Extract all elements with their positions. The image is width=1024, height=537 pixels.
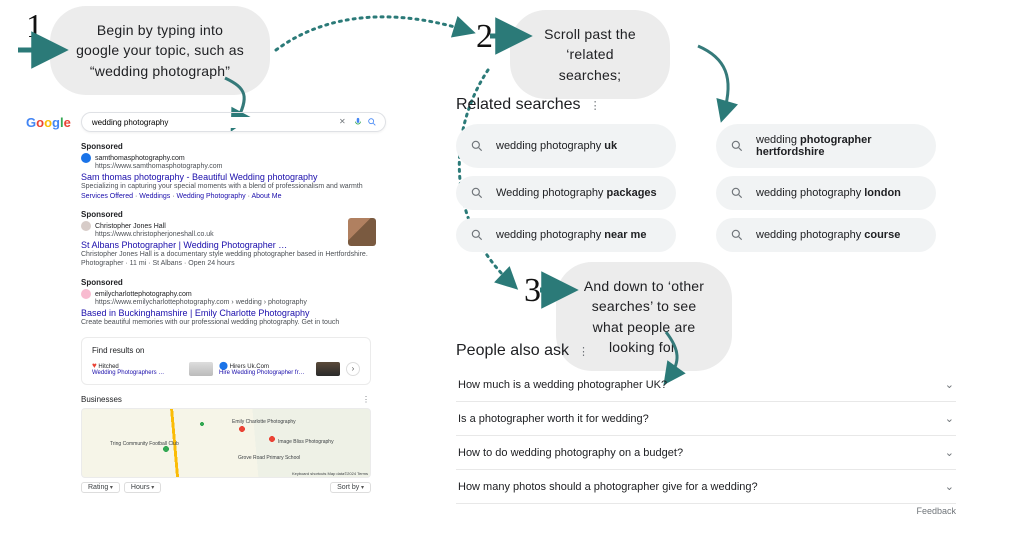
result-title-link[interactable]: Based in Buckinghamshire | Emily Charlot… — [81, 308, 371, 318]
find-thumbnail — [189, 362, 213, 376]
result-title-link[interactable]: St Albans Photographer | Wedding Photogr… — [81, 240, 371, 250]
favicon-icon — [81, 153, 91, 163]
search-icon[interactable] — [367, 117, 377, 127]
kebab-icon[interactable]: ⋮ — [590, 100, 602, 112]
related-search-pill[interactable]: wedding photography london — [716, 176, 936, 210]
businesses-map[interactable]: Emily Charlotte Photography Tring Commun… — [81, 408, 371, 478]
google-serp-column: Google ✕ Sponsored samthomasphotography.… — [26, 112, 386, 493]
search-input[interactable] — [90, 117, 339, 128]
related-search-pill[interactable]: wedding photography near me — [456, 218, 676, 252]
result-host: emilycharlottephotography.com — [95, 291, 192, 298]
find-results-card: Find results on ♥ Hitched Wedding Photog… — [81, 337, 371, 385]
map-attribution: Keyboard shortcuts Map data©2024 Terms — [292, 471, 368, 476]
step-number-3: 3 — [524, 272, 541, 310]
dotted-path-step1-step2 — [276, 17, 465, 50]
result-description: Specializing in capturing your special m… — [81, 182, 371, 191]
paa-question-text: Is a photographer worth it for wedding? — [458, 413, 649, 425]
result-description: Christopher Jones Hall is a documentary … — [81, 250, 371, 259]
related-search-pill[interactable]: wedding photography course — [716, 218, 936, 252]
result-thumbnail — [348, 218, 376, 246]
map-pin-label: Grove Road Primary School — [238, 455, 300, 461]
step-callout-1: Begin by typing into google your topic, … — [50, 6, 270, 95]
result-url: https://www.emilycharlottephotography.co… — [95, 299, 307, 306]
favicon-icon — [81, 289, 91, 299]
clear-icon[interactable]: ✕ — [339, 117, 349, 127]
paa-question[interactable]: Is a photographer worth it for wedding? … — [456, 402, 956, 436]
kebab-icon[interactable]: ⋮ — [362, 395, 371, 404]
filter-hours-chip[interactable]: Hours — [124, 482, 161, 493]
paa-question-text: How many photos should a photographer gi… — [458, 481, 758, 493]
chevron-down-icon: ⌄ — [945, 412, 954, 425]
result-host: samthomasphotography.com — [95, 155, 185, 162]
result-url: https://www.christopherjoneshall.co.uk — [95, 231, 214, 238]
sponsored-badge: Sponsored — [81, 142, 371, 151]
result-sitelinks[interactable]: Services OfferedWeddingsWedding Photogra… — [81, 193, 371, 200]
find-results-title: Find results on — [92, 346, 360, 355]
paa-question-text: How to do wedding photography on a budge… — [458, 447, 683, 459]
paa-question-text: How much is a wedding photographer UK? — [458, 379, 667, 391]
people-also-ask-section: People also ask ⋮ How much is a wedding … — [456, 342, 956, 516]
find-result-item[interactable]: ⬤ Hirers Uk.Com Hire Wedding Photographe… — [219, 361, 310, 376]
related-search-pill[interactable]: wedding photographer hertfordshire — [716, 124, 936, 168]
sort-by-chip[interactable]: Sort by — [330, 482, 371, 493]
sponsored-badge: Sponsored — [81, 278, 371, 287]
search-result: Sponsored samthomasphotography.com https… — [81, 142, 371, 200]
related-searches-section: Related searches ⋮ wedding photography u… — [456, 96, 936, 252]
paa-question[interactable]: How to do wedding photography on a budge… — [456, 436, 956, 470]
result-title-link[interactable]: Sam thomas photography - Beautiful Weddi… — [81, 172, 371, 182]
chevron-down-icon: ⌄ — [945, 378, 954, 391]
step-number-2: 2 — [476, 18, 493, 56]
google-logo[interactable]: Google — [26, 115, 71, 130]
people-also-ask-heading: People also ask — [456, 342, 569, 359]
search-result: Sponsored emilycharlottephotography.com … — [81, 278, 371, 327]
find-result-item[interactable]: ♥ Hitched Wedding Photographers … — [92, 361, 183, 376]
businesses-heading: Businesses — [81, 395, 122, 404]
step-callout-2: Scroll past the ‘related searches; — [510, 10, 670, 99]
carousel-next-icon[interactable]: › — [346, 362, 360, 376]
related-searches-heading: Related searches — [456, 96, 581, 113]
result-description: Create beautiful memories with our profe… — [81, 318, 371, 327]
chevron-down-icon: ⌄ — [945, 480, 954, 493]
feedback-link[interactable]: Feedback — [456, 506, 956, 516]
filter-rating-chip[interactable]: Rating — [81, 482, 120, 493]
sponsored-badge: Sponsored — [81, 210, 371, 219]
related-search-pill[interactable]: wedding photography uk — [456, 124, 676, 168]
map-pin-label: Image Bliss Photography — [278, 439, 334, 445]
step-number-1: 1 — [26, 8, 43, 46]
kebab-icon[interactable]: ⋮ — [578, 346, 590, 358]
related-search-pill[interactable]: Wedding photography packages — [456, 176, 676, 210]
find-thumbnail — [316, 362, 340, 376]
chevron-down-icon: ⌄ — [945, 446, 954, 459]
result-meta: Photographer · 11 mi · St Albans · Open … — [81, 259, 371, 268]
search-bar[interactable]: ✕ — [81, 112, 386, 132]
result-host: Christopher Jones Hall — [95, 223, 166, 230]
map-pin-label: Tring Community Football Club — [110, 441, 179, 447]
paa-question[interactable]: How many photos should a photographer gi… — [456, 470, 956, 504]
favicon-icon — [81, 221, 91, 231]
paa-question[interactable]: How much is a wedding photographer UK? ⌄ — [456, 368, 956, 402]
result-url: https://www.samthomasphotography.com — [95, 163, 222, 170]
search-result: Sponsored Christopher Jones Hall https:/… — [81, 210, 371, 268]
map-pin-label: Emily Charlotte Photography — [232, 419, 296, 425]
mic-icon[interactable] — [353, 117, 363, 127]
